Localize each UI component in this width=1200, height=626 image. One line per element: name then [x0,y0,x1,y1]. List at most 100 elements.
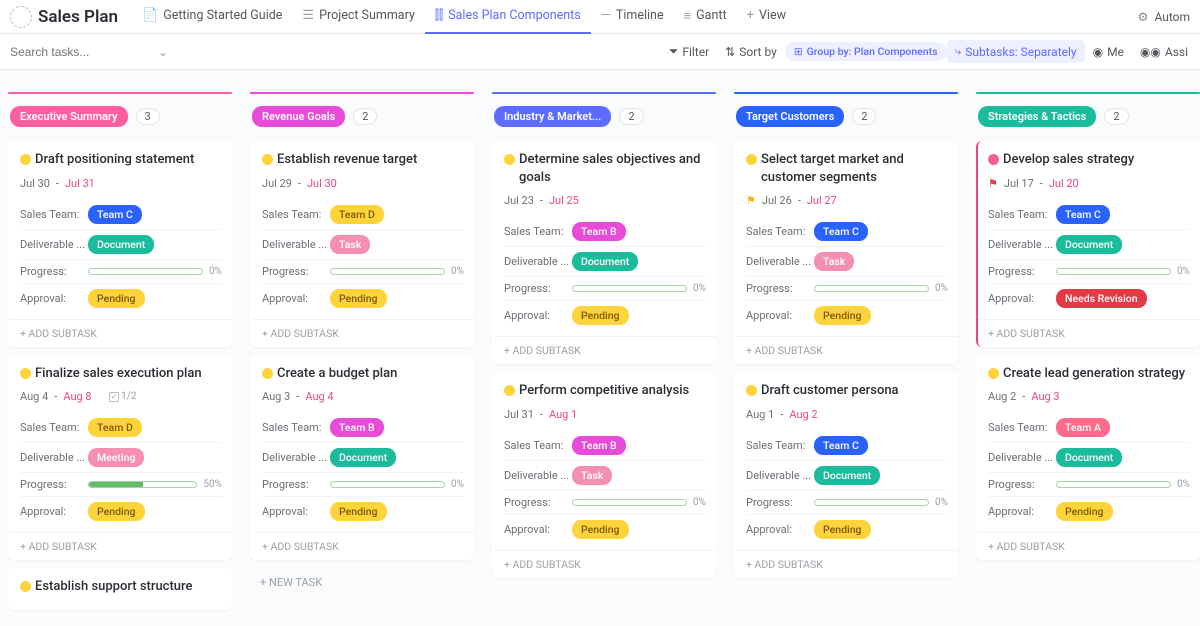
end-date: Jul 30 [307,177,337,190]
progress-bar[interactable] [1056,481,1171,488]
deliverable-pill[interactable]: Document [88,235,154,254]
add-subtask-button[interactable]: + ADD SUBTASK [978,532,1200,560]
add-subtask-button[interactable]: + ADD SUBTASK [10,532,232,560]
approval-pill[interactable]: Pending [330,502,387,521]
search-input[interactable] [10,45,130,59]
new-task-button[interactable]: + NEW TASK [250,568,474,597]
progress-pct: 0% [1177,266,1190,277]
column-accent [250,92,474,94]
deliverable-pill[interactable]: Task [814,252,854,271]
approval-pill[interactable]: Pending [88,502,145,521]
team-pill[interactable]: Team D [330,205,384,224]
approval-pill[interactable]: Pending [814,306,871,325]
automations-button[interactable]: ⚙ Autom [1138,10,1196,24]
subtasks-button[interactable]: ⤷Subtasks: Separately [947,40,1085,63]
tab-project-summary[interactable]: ☰Project Summary [292,0,424,34]
tab-sales-plan-components[interactable]: ⫿⫿Sales Plan Components [425,0,591,34]
task-card[interactable]: Create a budget plan Aug 3-Aug 4 Sales T… [250,355,474,561]
start-date: Jul 23 [504,194,534,207]
deliverable-pill[interactable]: Document [330,448,396,467]
progress-bar[interactable] [572,499,687,506]
task-card[interactable]: Establish support structure [8,568,232,610]
approval-pill[interactable]: Pending [572,520,629,539]
approval-pill[interactable]: Needs Revision [1056,289,1147,308]
status-dot-icon [988,368,999,379]
team-pill[interactable]: Team D [88,418,142,437]
add-subtask-button[interactable]: + ADD SUBTASK [978,319,1200,347]
deliverable-pill[interactable]: Task [330,235,370,254]
field-label-deliverable: Deliverable ... [20,238,88,251]
deliverable-pill[interactable]: Meeting [88,448,144,467]
progress-bar[interactable] [330,268,445,275]
field-label-team: Sales Team: [262,208,330,221]
add-subtask-button[interactable]: + ADD SUBTASK [252,532,474,560]
sortby-button[interactable]: ⇅Sort by [717,41,785,63]
me-button[interactable]: ◉Me [1085,41,1132,63]
chevron-down-icon[interactable]: ⌄ [158,45,168,59]
task-card[interactable]: Perform competitive analysis Jul 31-Aug … [492,372,716,578]
progress-bar[interactable] [88,481,197,488]
progress-bar[interactable] [330,481,445,488]
field-label-deliverable: Deliverable ... [20,451,88,464]
add-subtask-button[interactable]: + ADD SUBTASK [252,319,474,347]
add-subtask-button[interactable]: + ADD SUBTASK [10,319,232,347]
column-badge[interactable]: Executive Summary [10,106,128,127]
progress-bar[interactable] [88,268,203,275]
column-badge[interactable]: Target Customers [736,106,844,127]
tab-label: Project Summary [319,8,415,23]
filter-button[interactable]: ⏷Filter [661,40,717,63]
progress-bar[interactable] [572,285,687,292]
tab-gantt[interactable]: ≡Gantt [674,0,737,34]
tab-view[interactable]: +View [737,0,796,34]
team-pill[interactable]: Team C [88,205,142,224]
column-badge[interactable]: Revenue Goals [252,106,345,127]
deliverable-pill[interactable]: Document [1056,448,1122,467]
card-title: Finalize sales execution plan [35,365,202,383]
team-pill[interactable]: Team B [330,418,384,437]
team-pill[interactable]: Team C [1056,205,1110,224]
tab-getting-started-guide[interactable]: 📄Getting Started Guide [132,0,292,34]
add-subtask-button[interactable]: + ADD SUBTASK [736,550,958,578]
progress-bar[interactable] [814,499,929,506]
team-pill[interactable]: Team C [814,436,868,455]
tab-timeline[interactable]: —Timeline [591,0,674,34]
deliverable-pill[interactable]: Document [1056,235,1122,254]
task-card[interactable]: Select target market and customer segmen… [734,141,958,364]
groupby-button[interactable]: ⊞Group by: Plan Components [785,42,947,61]
task-card[interactable]: Create lead generation strategy Aug 2-Au… [976,355,1200,561]
progress-bar[interactable] [1056,268,1171,275]
column-badge[interactable]: Strategies & Tactics [978,106,1096,127]
add-subtask-button[interactable]: + ADD SUBTASK [494,550,716,578]
task-card[interactable]: Develop sales strategy ⚑Jul 17-Jul 20 Sa… [976,141,1200,347]
approval-pill[interactable]: Pending [814,520,871,539]
filter-bar: ⌄ ⏷Filter ⇅Sort by ⊞Group by: Plan Compo… [0,34,1200,70]
approval-pill[interactable]: Pending [1056,502,1113,521]
add-subtask-button[interactable]: + ADD SUBTASK [494,336,716,364]
task-card[interactable]: Finalize sales execution plan Aug 4-Aug … [8,355,232,561]
progress-bar[interactable] [814,285,929,292]
task-card[interactable]: Draft customer persona Aug 1-Aug 2 Sales… [734,372,958,578]
deliverable-pill[interactable]: Document [814,466,880,485]
approval-pill[interactable]: Pending [88,289,145,308]
task-card[interactable]: Determine sales objectives and goals Jul… [492,141,716,364]
team-pill[interactable]: Team B [572,436,626,455]
field-label-approval: Approval: [20,292,88,305]
team-pill[interactable]: Team A [1056,418,1110,437]
team-pill[interactable]: Team C [814,222,868,241]
task-card[interactable]: Establish revenue target Jul 29-Jul 30 S… [250,141,474,347]
deliverable-pill[interactable]: Task [572,466,612,485]
status-dot-icon [746,154,757,165]
task-card[interactable]: Draft positioning statement Jul 30-Jul 3… [8,141,232,347]
search-box[interactable]: ⌄ [4,39,174,65]
field-label-progress: Progress: [504,496,572,509]
progress-pct: 0% [693,497,706,508]
add-subtask-button[interactable]: + ADD SUBTASK [736,336,958,364]
field-label-deliverable: Deliverable ... [988,238,1056,251]
deliverable-pill[interactable]: Document [572,252,638,271]
approval-pill[interactable]: Pending [330,289,387,308]
team-pill[interactable]: Team B [572,222,626,241]
approval-pill[interactable]: Pending [572,306,629,325]
status-dot-icon [20,581,31,592]
column-badge[interactable]: Industry & Market... [494,106,611,127]
assignee-button[interactable]: ◉◉Assi [1132,41,1196,63]
